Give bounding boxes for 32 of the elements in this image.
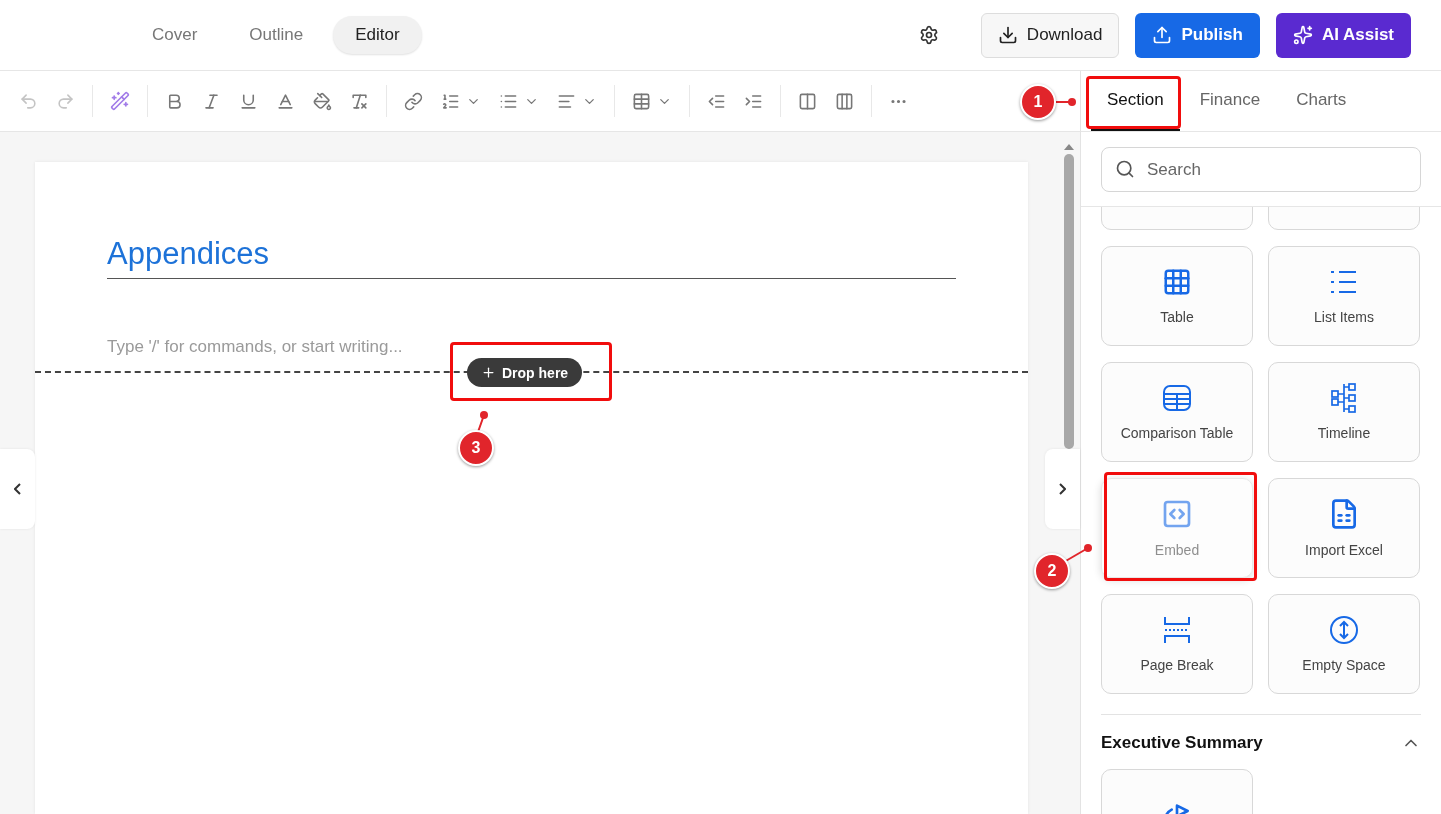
- block-card[interactable]: Table: [1101, 246, 1253, 346]
- section-heading: Appendices: [107, 236, 956, 279]
- upload-icon: [1152, 25, 1173, 45]
- view-tab[interactable]: Cover: [130, 16, 220, 54]
- chevron-right-icon: [1059, 483, 1066, 495]
- chevron-left-icon: [14, 483, 21, 495]
- block-card[interactable]: List Items: [1268, 246, 1420, 346]
- timeline-icon: [1329, 383, 1359, 413]
- step-number: 1: [1020, 84, 1056, 120]
- page-break-icon: [1162, 615, 1192, 645]
- panel-tab[interactable]: Charts: [1280, 71, 1363, 131]
- block-card[interactable]: Import Excel: [1268, 478, 1420, 578]
- search-icon: [1115, 159, 1135, 179]
- grid-icon: [1162, 267, 1192, 297]
- download-icon: [997, 25, 1018, 45]
- ai-assist-button[interactable]: AI Assist: [1275, 12, 1411, 58]
- section-title: Executive Summary: [1101, 733, 1263, 753]
- view-tab[interactable]: Editor: [333, 16, 422, 54]
- view-tab[interactable]: Outline: [227, 16, 326, 54]
- code-icon: [1161, 498, 1193, 530]
- download-button[interactable]: Download: [980, 12, 1120, 58]
- panel-tab[interactable]: Section: [1091, 71, 1180, 131]
- block-card[interactable]: Page Break: [1101, 594, 1253, 694]
- publish-button[interactable]: Publish: [1135, 12, 1260, 58]
- search-field[interactable]: Search: [1101, 147, 1421, 192]
- drop-indicator: Drop here: [467, 358, 583, 387]
- block-card[interactable]: Timeline: [1268, 362, 1420, 462]
- sparkles-icon: [1292, 25, 1313, 45]
- block-card[interactable]: Empty Space: [1268, 594, 1420, 694]
- panel-tab[interactable]: Finance: [1183, 71, 1277, 131]
- block-card[interactable]: Comparison Table: [1101, 362, 1253, 462]
- table-icon: [1162, 383, 1192, 413]
